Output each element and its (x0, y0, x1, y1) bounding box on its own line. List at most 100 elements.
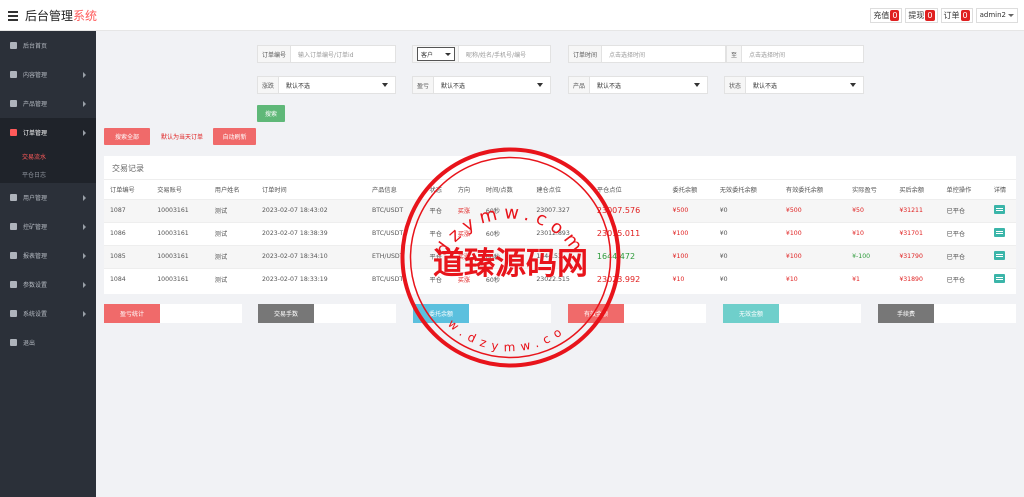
order-time-start-input[interactable]: 点击选择时间 (602, 46, 725, 62)
table-cell: 买涨 (451, 267, 480, 291)
sidebar-item-products[interactable]: 产品管理 (0, 89, 96, 118)
detail-icon[interactable] (993, 205, 1005, 214)
order-notice[interactable]: 订单 0 (940, 7, 973, 23)
stat-card: 无效金额 (723, 304, 861, 323)
detail-icon[interactable] (993, 251, 1005, 260)
stat-card-value (624, 304, 706, 323)
recharge-label: 充值 (873, 10, 890, 20)
sidebar-item-users[interactable]: 用户管理 (0, 183, 96, 212)
table-cell: 1644.53 (530, 244, 591, 268)
column-header: 买后余额 (899, 186, 925, 194)
product-select[interactable]: 默认不选 (590, 77, 707, 93)
sidebar-item-home[interactable]: 后台首页 (0, 31, 96, 60)
status-label: 状态 (725, 77, 747, 93)
sidebar-item-content[interactable]: 内容管理 (0, 60, 96, 89)
sidebar-item-logout[interactable]: 退出 (0, 328, 96, 357)
table-cell: BTC/USDT (366, 267, 424, 291)
table-cell: ¥500 (779, 198, 847, 222)
table-cell: 买涨 (451, 244, 480, 268)
table-cell: 测试 (208, 221, 256, 245)
table-cell: ¥100 (779, 244, 847, 268)
sidebar-item-control[interactable]: 控矿管理 (0, 212, 96, 241)
table-cell: 已平仓 (940, 267, 988, 291)
auto-refresh-button[interactable]: 自动刷新 (213, 128, 256, 145)
table-cell: 测试 (208, 267, 256, 291)
gear-icon (10, 310, 17, 317)
table-cell: ¥0 (713, 198, 780, 222)
table-cell: ¥500 (666, 198, 714, 222)
status-select[interactable]: 默认不选 (746, 77, 863, 93)
direction-filter: 涨跌 默认不选 (257, 76, 396, 94)
order-number-label: 订单编号 (258, 46, 292, 62)
stat-card-label: 有效金额 (568, 304, 624, 323)
sidebar-item-label: 参数设置 (23, 282, 48, 289)
direction-select[interactable]: 默认不选 (279, 77, 395, 93)
customer-type-select[interactable]: 客户 (417, 47, 455, 61)
table-cell: ¥31890 (893, 267, 941, 291)
status-filter: 状态 默认不选 (724, 76, 864, 94)
detail-icon[interactable] (993, 228, 1005, 237)
table-cell: 23007.327 (530, 198, 591, 222)
user-menu[interactable]: admin2 (975, 7, 1018, 23)
stat-card-value (314, 304, 396, 323)
dashboard-icon (10, 42, 17, 49)
order-time-filter: 订单时间 点击选择时间 (568, 45, 726, 63)
pnl-select[interactable]: 默认不选 (434, 77, 550, 93)
table-cell: 测试 (208, 244, 256, 268)
sidebar-item-params[interactable]: 参数设置 (0, 270, 96, 299)
sidebar-item-label: 报表管理 (23, 253, 48, 260)
stat-card-value (779, 304, 861, 323)
table-cell: 平仓 (423, 221, 452, 245)
table-cell: ¥100 (666, 244, 714, 268)
detail-icon[interactable] (993, 274, 1005, 284)
table-cell: 10003161 (151, 244, 209, 268)
order-number-input[interactable]: 输入订单编号/订单id (291, 46, 395, 62)
column-header: 订单编号 (110, 186, 135, 194)
top-right-actions: 充值 0 提现 0 订单 0 admin2 (870, 7, 1024, 23)
recharge-notice[interactable]: 充值 0 (870, 7, 903, 23)
customer-search-input[interactable]: 昵称/姓名/手机号/编号 (459, 46, 550, 62)
column-header: 交易账号 (157, 186, 182, 194)
table-cell: ¥100 (666, 221, 714, 245)
settings-icon (10, 281, 17, 288)
table-cell: 10003161 (151, 221, 209, 245)
table-cell: ¥100 (779, 221, 847, 245)
chevron-right-icon (83, 253, 86, 259)
chevron-down-icon (445, 52, 451, 56)
stat-card: 手续费 (878, 304, 1016, 323)
chevron-right-icon (83, 311, 86, 317)
menu-toggle-icon[interactable] (8, 10, 20, 21)
content-icon (10, 71, 17, 78)
sidebar-item-reports[interactable]: 报表管理 (0, 241, 96, 270)
table-cell: 已平仓 (940, 244, 988, 268)
table-cell: 23015.011 (590, 221, 667, 245)
column-header: 详情 (993, 186, 1007, 194)
search-all-button[interactable]: 搜索全部 (104, 128, 150, 145)
logout-icon (10, 339, 17, 346)
user-icon (10, 194, 17, 201)
table-cell: 23023.992 (590, 267, 667, 291)
sidebar-subitem-close-log[interactable]: 平仓日志 (0, 165, 96, 183)
transactions-panel: 交易记录 订单编号 交易账号 用户姓名 订单时间 产品信息 状态 方向 时间/点… (104, 156, 1016, 294)
app-title: 后台管理系统 (25, 7, 97, 24)
column-header: 有效委托余额 (785, 186, 824, 194)
table-cell: ¥0 (713, 267, 780, 291)
table-cell: ETH/USDT (366, 244, 424, 268)
app-title-accent: 系统 (73, 8, 98, 23)
order-time-end-input[interactable]: 点击选择时间 (742, 46, 863, 62)
pnl-value: 默认不选 (441, 82, 466, 90)
sidebar-subitem-transactions[interactable]: 交易流水 (0, 147, 96, 165)
chevron-right-icon (83, 130, 86, 136)
table-cell: 23022.515 (530, 267, 591, 291)
sidebar-item-orders[interactable]: 订单管理 (0, 118, 96, 147)
table-cell: 1087 (104, 198, 152, 222)
default-today-note: 默认为当天订单 (161, 134, 204, 141)
table-cell: 平仓 (423, 244, 452, 268)
sidebar-item-system[interactable]: 系统设置 (0, 299, 96, 328)
table-cell: 已平仓 (940, 221, 988, 245)
stat-card-label: 手续费 (878, 304, 934, 323)
withdraw-notice[interactable]: 提现 0 (905, 7, 938, 23)
column-header: 状态 (429, 186, 442, 194)
table-cell: 60秒 (479, 244, 531, 268)
search-button[interactable]: 搜索 (257, 105, 285, 122)
